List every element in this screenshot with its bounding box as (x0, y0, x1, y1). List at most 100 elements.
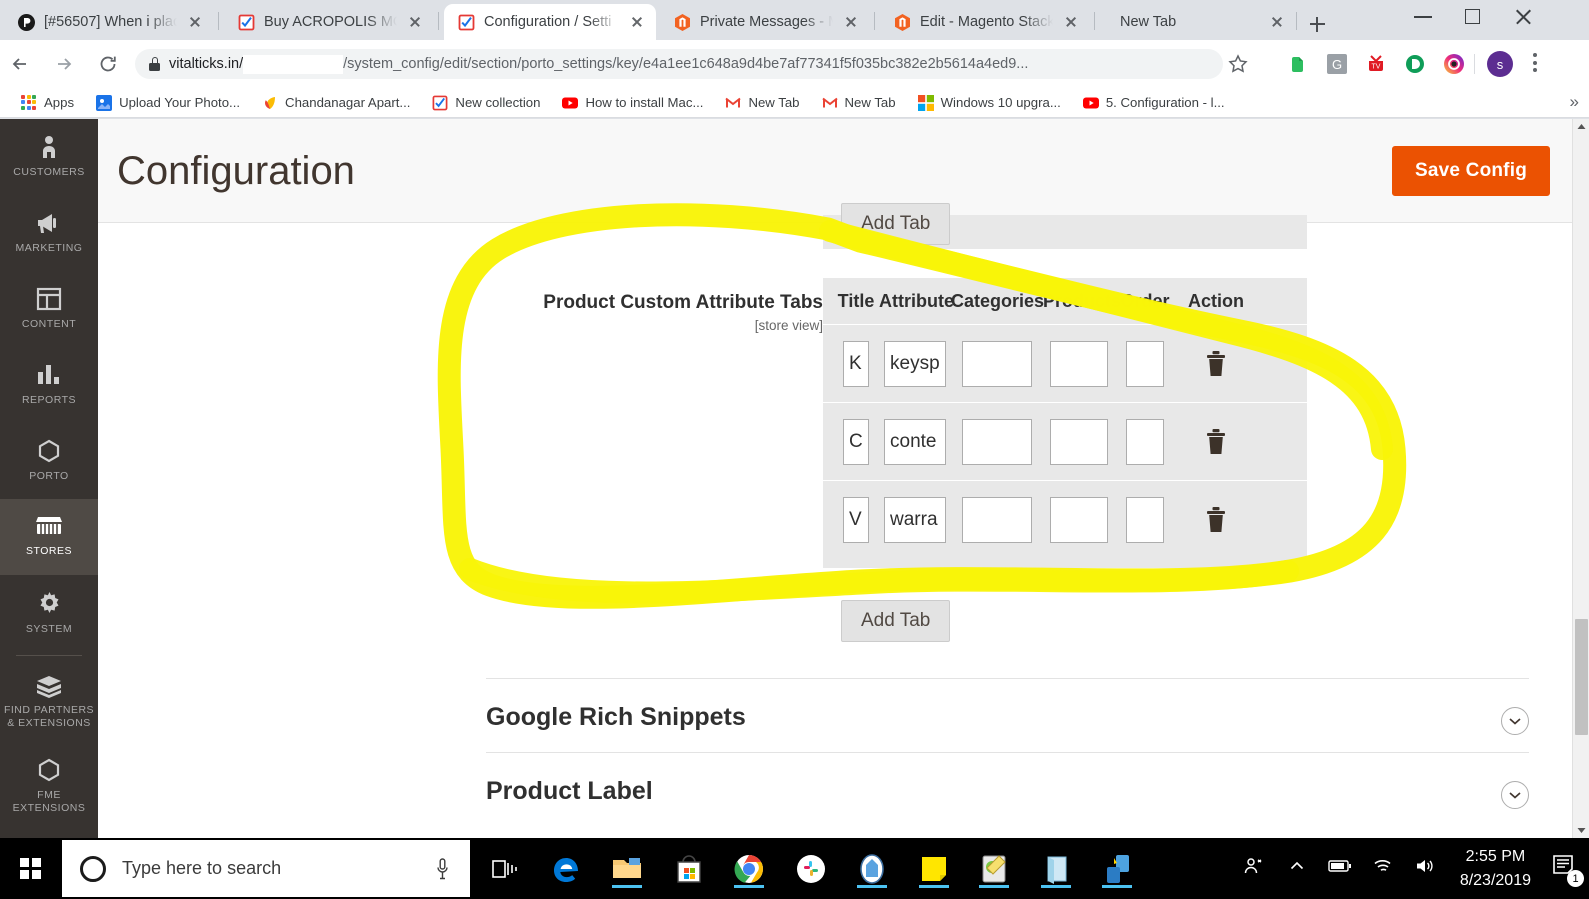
chrome-menu-button[interactable] (1533, 53, 1537, 76)
tab-close-icon[interactable] (406, 13, 424, 31)
edge-icon[interactable] (548, 850, 586, 888)
categories-input[interactable] (962, 496, 1032, 543)
taskbar-search-box[interactable]: Type here to search (62, 840, 470, 897)
attribute-input[interactable] (884, 418, 946, 465)
bookmark-5-configuration[interactable]: 5. Configuration - l... (1072, 90, 1236, 116)
save-config-button[interactable]: Save Config (1392, 146, 1550, 196)
sidebar-item-system[interactable]: SYSTEM (0, 575, 98, 651)
bookmarks-overflow-button[interactable]: » (1570, 92, 1579, 112)
page-scrollbar[interactable] (1572, 119, 1589, 838)
new-tab-button[interactable] (1303, 10, 1331, 38)
title-input[interactable] (843, 496, 869, 543)
sidebar-item-marketing[interactable]: MARKETING (0, 195, 98, 271)
section-google-rich-snippets[interactable]: Google Rich Snippets (486, 678, 1529, 754)
sidebar-item-content[interactable]: CONTENT (0, 271, 98, 347)
sidebar-item-fme-extensions[interactable]: FME EXTENSIONS (0, 744, 98, 828)
browser-tab-1[interactable]: Buy ACROPOLIS MO (224, 4, 434, 40)
close-button[interactable] (1500, 0, 1546, 32)
tab-close-icon[interactable] (628, 13, 646, 31)
tab-close-icon[interactable] (186, 13, 204, 31)
grammarly-extension-icon[interactable]: G (1327, 54, 1347, 74)
title-input[interactable] (843, 418, 869, 465)
taskbar-clock[interactable]: 2:55 PM 8/23/2019 (1446, 845, 1545, 891)
task-view-icon[interactable] (486, 850, 524, 888)
scroll-down-arrow-icon[interactable] (1573, 821, 1589, 838)
sidebar-item-stores[interactable]: STORES (0, 499, 98, 575)
tv-extension-icon[interactable]: TV (1366, 54, 1386, 74)
browser-tab-3[interactable]: Private Messages - M (660, 4, 870, 40)
add-tab-button-top[interactable]: Add Tab (841, 203, 951, 245)
start-button[interactable] (0, 838, 62, 899)
maximize-button[interactable] (1450, 0, 1496, 32)
minimize-button[interactable] (1400, 0, 1446, 32)
attribute-input[interactable] (884, 340, 946, 387)
file-explorer-icon[interactable] (608, 850, 646, 888)
bookmark-upload-photo[interactable]: Upload Your Photo... (85, 90, 251, 116)
browser-tab-2[interactable]: Configuration / Setti (444, 4, 656, 40)
browser-tab-5[interactable]: New Tab (1100, 4, 1296, 40)
scroll-up-arrow-icon[interactable] (1573, 119, 1589, 136)
pocket-extension-icon[interactable] (1405, 54, 1425, 74)
trash-icon[interactable] (1204, 350, 1228, 378)
bookmark-how-to-install-mac[interactable]: How to install Mac... (551, 90, 714, 116)
bookmark-windows-10-upgrade[interactable]: Windows 10 upgra... (907, 90, 1072, 116)
bookmark-new-tab-1[interactable]: New Tab (714, 90, 810, 116)
title-input[interactable] (843, 340, 869, 387)
evernote-extension-icon[interactable] (1288, 54, 1308, 74)
browser-tab-0[interactable]: [#56507] When i plac (4, 4, 214, 40)
trash-icon[interactable] (1204, 506, 1228, 534)
add-tab-button-bottom[interactable]: Add Tab (841, 600, 951, 642)
bookmark-new-collection[interactable]: New collection (421, 90, 551, 116)
tab-close-icon[interactable] (1268, 13, 1286, 31)
sidebar-item-label: FME EXTENSIONS (12, 788, 86, 814)
sticky-notes-icon[interactable] (915, 850, 953, 888)
paint-icon[interactable] (975, 850, 1013, 888)
products-input[interactable] (1050, 496, 1108, 543)
chevron-down-icon[interactable] (1501, 707, 1529, 735)
order-input[interactable] (1126, 340, 1164, 387)
evernote-icon[interactable] (853, 850, 891, 888)
trash-icon[interactable] (1204, 428, 1228, 456)
categories-input[interactable] (962, 340, 1032, 387)
bookmark-star-icon[interactable] (1228, 54, 1248, 74)
tab-close-icon[interactable] (1062, 13, 1080, 31)
address-bar[interactable]: vitalticks.in/ /system_config/edit/secti… (135, 49, 1223, 79)
show-hidden-icons-icon[interactable] (1276, 857, 1318, 880)
slack-icon[interactable] (792, 850, 830, 888)
order-input[interactable] (1126, 418, 1164, 465)
section-product-label[interactable]: Product Label (486, 752, 1529, 828)
products-input[interactable] (1050, 340, 1108, 387)
categories-input[interactable] (962, 418, 1032, 465)
field-label-block: Product Custom Attribute Tabs [store vie… (358, 292, 823, 333)
bookmark-chandanagar[interactable]: Chandanagar Apart... (251, 90, 421, 116)
bookmark-apps[interactable]: Apps (10, 90, 85, 116)
battery-icon[interactable] (1318, 858, 1362, 879)
products-input[interactable] (1050, 418, 1108, 465)
your-phone-icon[interactable] (1098, 850, 1136, 888)
table-header-row: Title Attribute Categories Products Orde… (823, 278, 1307, 324)
tab-close-icon[interactable] (842, 13, 860, 31)
microsoft-store-icon[interactable] (670, 850, 708, 888)
bookmark-new-tab-2[interactable]: New Tab (811, 90, 907, 116)
sidebar-item-find-partners[interactable]: FIND PARTNERS & EXTENSIONS (0, 660, 98, 744)
browser-tab-4[interactable]: Edit - Magento Stack (880, 4, 1090, 40)
scrollbar-thumb[interactable] (1575, 619, 1588, 735)
sidebar-item-reports[interactable]: REPORTS (0, 347, 98, 423)
sidebar-item-porto[interactable]: PORTO (0, 423, 98, 499)
wifi-icon[interactable] (1362, 857, 1404, 880)
attribute-input[interactable] (884, 496, 946, 543)
instagram-extension-icon[interactable] (1444, 54, 1464, 74)
profile-avatar[interactable]: s (1487, 51, 1513, 77)
reload-button[interactable] (92, 48, 124, 80)
back-button[interactable] (4, 48, 36, 80)
chevron-down-icon[interactable] (1501, 781, 1529, 809)
notification-center-button[interactable]: 1 (1545, 838, 1589, 899)
people-icon[interactable] (1230, 855, 1276, 882)
microphone-icon[interactable] (437, 858, 448, 880)
onenote-icon[interactable] (1037, 850, 1075, 888)
order-input[interactable] (1126, 496, 1164, 543)
volume-icon[interactable] (1404, 857, 1446, 880)
forward-button[interactable] (48, 48, 80, 80)
chrome-icon[interactable] (730, 850, 768, 888)
sidebar-item-customers[interactable]: CUSTOMERS (0, 119, 98, 195)
